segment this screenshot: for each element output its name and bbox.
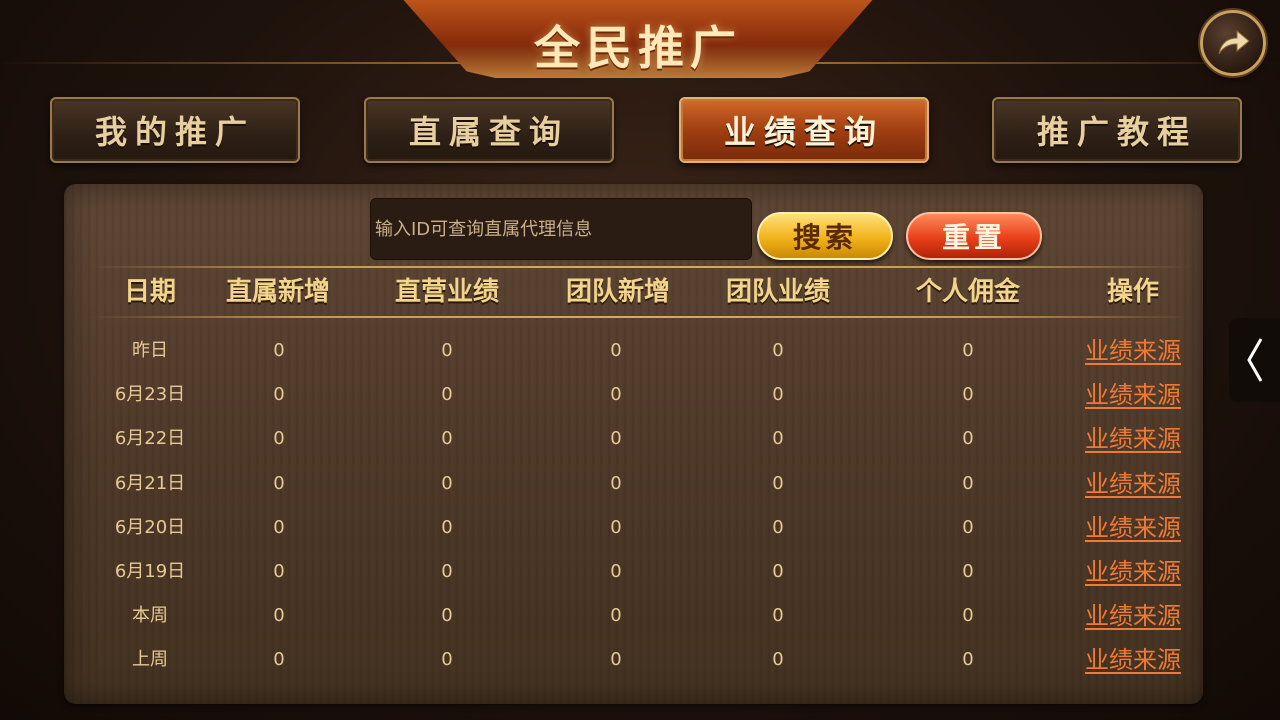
performance-source-link[interactable]: 业绩来源 (1073, 600, 1193, 632)
cell-team-new: 0 (610, 649, 622, 670)
cell-direct-new: 0 (273, 428, 285, 449)
cell-team-performance: 0 (772, 428, 784, 449)
cell-team-new: 0 (610, 517, 622, 538)
table-header-top-divider (90, 266, 1190, 268)
cell-direct-new: 0 (273, 605, 285, 626)
cell-direct-new: 0 (273, 384, 285, 405)
cell-direct-performance: 0 (441, 473, 453, 494)
cell-team-performance: 0 (772, 340, 784, 361)
cell-direct-performance: 0 (441, 517, 453, 538)
cell-date: 6月23日 (114, 384, 186, 405)
cell-direct-performance: 0 (441, 340, 453, 361)
cell-commission: 0 (962, 517, 974, 538)
cell-direct-performance: 0 (441, 428, 453, 449)
cell-commission: 0 (962, 340, 974, 361)
cell-team-performance: 0 (772, 649, 784, 670)
tab-my-promotion[interactable]: 我的推广 (50, 97, 300, 163)
column-header-date: 日期 (123, 277, 176, 307)
tab-promotion-tutorial[interactable]: 推广教程 (992, 97, 1242, 163)
cell-team-performance: 0 (772, 517, 784, 538)
column-header-commission: 个人佣金 (915, 277, 1020, 307)
cell-commission: 0 (962, 649, 974, 670)
performance-source-link[interactable]: 业绩来源 (1073, 379, 1193, 411)
column-header-team-new: 团队新增 (565, 277, 670, 307)
cell-date: 昨日 (132, 340, 168, 361)
cell-commission: 0 (962, 561, 974, 582)
cell-team-new: 0 (610, 340, 622, 361)
cell-team-new: 0 (610, 561, 622, 582)
cell-direct-new: 0 (273, 649, 285, 670)
chevron-left-icon (1246, 338, 1262, 382)
performance-source-link[interactable]: 业绩来源 (1073, 423, 1193, 455)
cell-commission: 0 (962, 473, 974, 494)
page-title: 全民推广 (534, 21, 742, 75)
column-header-direct-new: 直属新增 (225, 277, 330, 307)
reset-button[interactable]: 重置 (906, 212, 1042, 260)
cell-commission: 0 (962, 605, 974, 626)
cell-team-performance: 0 (772, 605, 784, 626)
performance-source-link[interactable]: 业绩来源 (1073, 335, 1193, 367)
back-arrow-icon (1218, 29, 1250, 55)
cell-team-new: 0 (610, 428, 622, 449)
cell-team-new: 0 (610, 473, 622, 494)
cell-direct-new: 0 (273, 561, 285, 582)
cell-date: 6月21日 (114, 473, 186, 494)
tab-performance-query[interactable]: 业绩查询 (679, 97, 929, 163)
cell-direct-performance: 0 (441, 605, 453, 626)
cell-team-performance: 0 (772, 561, 784, 582)
performance-source-link[interactable]: 业绩来源 (1073, 644, 1193, 676)
table-header-bottom-divider (90, 316, 1190, 318)
cell-date: 本周 (132, 605, 168, 626)
cell-team-performance: 0 (772, 384, 784, 405)
cell-team-new: 0 (610, 384, 622, 405)
performance-source-link[interactable]: 业绩来源 (1073, 512, 1193, 544)
cell-date: 上周 (132, 649, 168, 670)
cell-direct-new: 0 (273, 340, 285, 361)
column-header-direct-performance: 直营业绩 (394, 277, 499, 307)
cell-date: 6月19日 (114, 561, 186, 582)
column-header-team-performance: 团队业绩 (725, 277, 830, 307)
tab-direct-query[interactable]: 直属查询 (364, 97, 614, 163)
side-drawer-toggle[interactable] (1229, 318, 1280, 402)
cell-direct-performance: 0 (441, 649, 453, 670)
cell-direct-performance: 0 (441, 384, 453, 405)
cell-date: 6月20日 (114, 517, 186, 538)
cell-direct-new: 0 (273, 473, 285, 494)
cell-date: 6月22日 (114, 428, 186, 449)
performance-source-link[interactable]: 业绩来源 (1073, 556, 1193, 588)
cell-commission: 0 (962, 384, 974, 405)
cell-commission: 0 (962, 428, 974, 449)
search-button[interactable]: 搜索 (757, 212, 893, 260)
column-header-action: 操作 (1106, 277, 1159, 307)
cell-team-new: 0 (610, 605, 622, 626)
back-button[interactable] (1200, 10, 1266, 76)
cell-team-performance: 0 (772, 473, 784, 494)
performance-source-link[interactable]: 业绩来源 (1073, 468, 1193, 500)
cell-direct-performance: 0 (441, 561, 453, 582)
search-input[interactable] (370, 198, 752, 260)
cell-direct-new: 0 (273, 517, 285, 538)
